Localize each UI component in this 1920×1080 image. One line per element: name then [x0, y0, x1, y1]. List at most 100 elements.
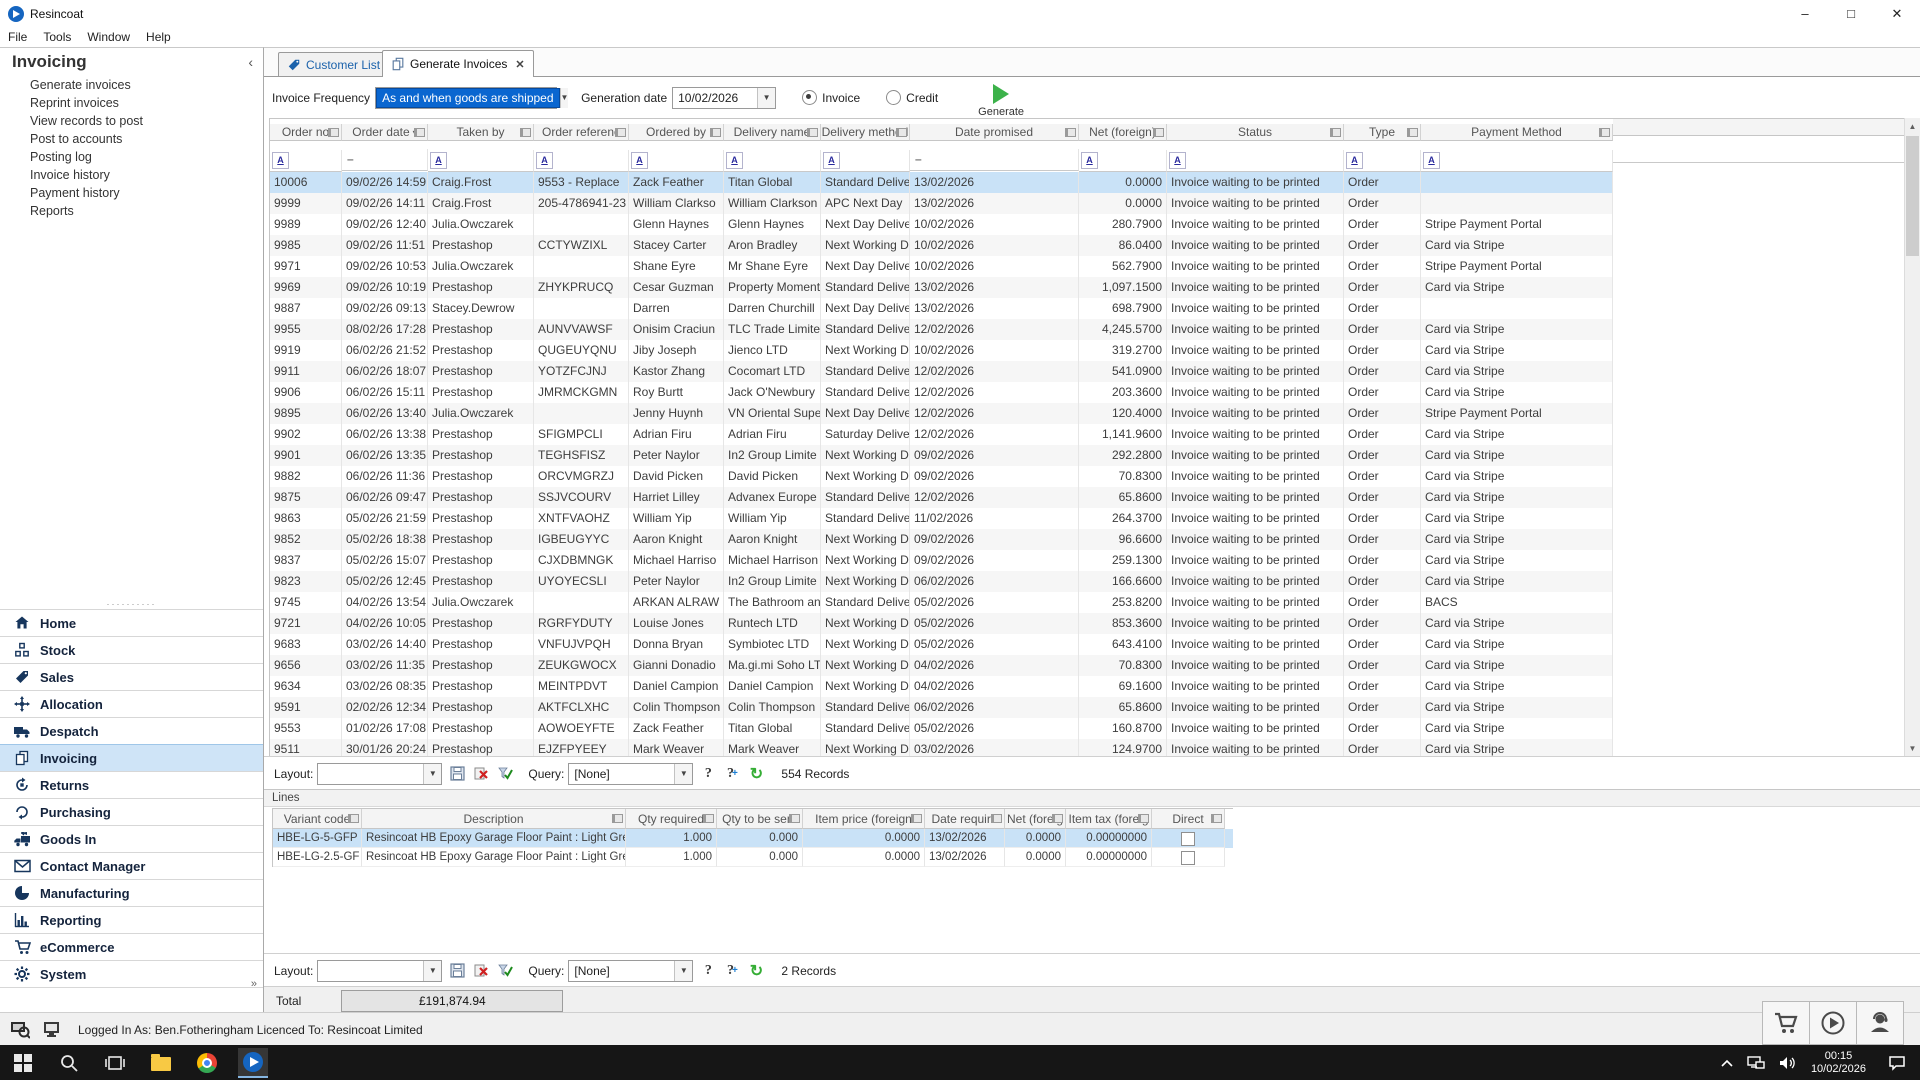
edit-query-icon[interactable]: ?	[699, 962, 717, 980]
text-filter-button[interactable]: A	[823, 152, 840, 169]
save-layout-icon[interactable]	[448, 962, 466, 980]
table-row[interactable]: 959102/02/26 12:34PrestashopAKTFCLXHCCol…	[270, 697, 1613, 718]
menu-help[interactable]: Help	[138, 27, 179, 47]
column-pin-icon[interactable]	[896, 128, 907, 137]
chevron-down-icon[interactable]: ▼	[674, 764, 692, 784]
module-despatch[interactable]: Despatch	[0, 717, 263, 744]
table-row[interactable]: 996909/02/26 10:19PrestashopZHYKPRUCQCes…	[270, 277, 1613, 298]
column-pin-icon[interactable]	[710, 128, 721, 137]
chevron-down-icon[interactable]: ▼	[560, 88, 569, 108]
column-header-date-promised[interactable]: Date promised	[910, 124, 1079, 141]
layout-select[interactable]: ▼	[317, 763, 442, 785]
module-ecommerce[interactable]: eCommerce	[0, 933, 263, 960]
task-view-icon[interactable]	[100, 1048, 130, 1078]
lines-column-header-date-require[interactable]: Date require	[925, 809, 1005, 829]
generate-button[interactable]: Generate	[978, 84, 1024, 118]
text-filter-button[interactable]: A	[272, 152, 289, 169]
vertical-scrollbar[interactable]: ▲ ▼	[1904, 118, 1920, 756]
column-header-order-no[interactable]: Order no	[270, 124, 342, 141]
column-pin-icon[interactable]	[612, 814, 623, 823]
column-header-payment-method[interactable]: Payment Method	[1421, 124, 1613, 141]
query-select[interactable]: [None] ▼	[568, 763, 693, 785]
table-row[interactable]: 965603/02/26 11:35PrestashopZEUKGWOCXGia…	[270, 655, 1613, 676]
chrome-icon[interactable]	[192, 1048, 222, 1078]
column-header-net-foreign-[interactable]: Net (foreign)	[1079, 124, 1167, 141]
text-filter-button[interactable]: A	[1346, 152, 1363, 169]
text-filter-button[interactable]: A	[430, 152, 447, 169]
table-row[interactable]: 990206/02/26 13:38PrestashopSFIGMPCLIAdr…	[270, 424, 1613, 445]
table-row[interactable]: 951130/01/26 20:24PrestashopEJZFPYEEYMar…	[270, 739, 1613, 758]
layout-select[interactable]: ▼	[317, 960, 442, 982]
tab-generate-invoices[interactable]: Generate Invoices ✕	[382, 50, 534, 77]
menu-window[interactable]: Window	[79, 27, 138, 47]
table-row[interactable]: 998509/02/26 11:51PrestashopCCTYWZIXLSta…	[270, 235, 1613, 256]
column-header-delivery-name[interactable]: Delivery name	[724, 124, 821, 141]
column-header-order-date[interactable]: Order date▾	[342, 124, 428, 141]
chevron-down-icon[interactable]: ▼	[423, 961, 441, 981]
file-explorer-icon[interactable]	[146, 1048, 176, 1078]
column-pin-icon[interactable]	[703, 814, 714, 823]
table-row[interactable]: 982305/02/26 12:45PrestashopUYOYECSLIPet…	[270, 571, 1613, 592]
lines-column-header-direct[interactable]: Direct	[1152, 809, 1225, 829]
filter-cell[interactable]: A	[1344, 150, 1421, 172]
filter-cell[interactable]: A	[428, 150, 534, 172]
column-pin-icon[interactable]	[1153, 128, 1164, 137]
table-row[interactable]: 1000609/02/26 14:59Craig.Frost9553 - Rep…	[270, 172, 1613, 193]
close-button[interactable]: ✕	[1874, 0, 1920, 27]
close-tab-icon[interactable]: ✕	[515, 58, 524, 71]
apply-layout-icon[interactable]	[496, 765, 514, 783]
sidebar-item-generate-invoices[interactable]: Generate invoices	[0, 76, 263, 94]
filter-cell[interactable]: A	[821, 150, 910, 172]
module-goods-in[interactable]: Goods In	[0, 825, 263, 852]
table-row[interactable]: 986305/02/26 21:59PrestashopXNTFVAOHZWil…	[270, 508, 1613, 529]
module-home[interactable]: Home	[0, 609, 263, 636]
column-pin-icon[interactable]	[348, 814, 359, 823]
maximize-button[interactable]: □	[1828, 0, 1874, 27]
query-select[interactable]: [None] ▼	[568, 960, 693, 982]
column-pin-icon[interactable]	[520, 128, 531, 137]
filter-cell[interactable]: A	[270, 150, 342, 172]
resincoat-app-icon[interactable]	[238, 1048, 268, 1078]
module-contact-manager[interactable]: Contact Manager	[0, 852, 263, 879]
invoice-radio[interactable]: Invoice	[802, 90, 860, 105]
volume-icon[interactable]	[1779, 1056, 1797, 1070]
column-pin-icon[interactable]	[991, 814, 1002, 823]
module-system[interactable]: System	[0, 960, 263, 988]
generation-date-select[interactable]: 10/02/2026 ▼	[672, 87, 776, 109]
edit-query-icon[interactable]: ?	[699, 765, 717, 783]
table-row[interactable]: 999909/02/26 14:11Craig.Frost205-4786941…	[270, 193, 1613, 214]
table-row[interactable]: 989506/02/26 13:40Julia.OwczarekJenny Hu…	[270, 403, 1613, 424]
radio-selected-icon[interactable]	[802, 90, 817, 105]
filter-cell[interactable]: A	[1167, 150, 1344, 172]
chevron-down-icon[interactable]: ▼	[757, 88, 775, 108]
table-row[interactable]: 985205/02/26 18:38PrestashopIGBEUGYYCAar…	[270, 529, 1613, 550]
text-filter-button[interactable]: A	[631, 152, 648, 169]
menu-file[interactable]: File	[0, 27, 35, 47]
table-row[interactable]: 972104/02/26 10:05PrestashopRGRFYDUTYLou…	[270, 613, 1613, 634]
table-row[interactable]: 974504/02/26 13:54Julia.OwczarekARKAN AL…	[270, 592, 1613, 613]
chevron-down-icon[interactable]: ▼	[423, 764, 441, 784]
filter-cell[interactable]: –	[342, 149, 428, 171]
sidebar-item-post-to-accounts[interactable]: Post to accounts	[0, 130, 263, 148]
add-query-icon[interactable]: ?+	[723, 765, 741, 783]
table-row[interactable]: 955301/02/26 17:08PrestashopAOWOEYFTEZac…	[270, 718, 1613, 739]
column-pin-icon[interactable]	[414, 128, 425, 137]
column-pin-icon[interactable]	[789, 814, 800, 823]
direct-checkbox[interactable]	[1181, 832, 1195, 846]
notification-center-icon[interactable]	[1888, 1055, 1906, 1071]
module-manufacturing[interactable]: Manufacturing	[0, 879, 263, 906]
column-header-order-referenc[interactable]: Order referenc	[534, 124, 629, 141]
workstation-icon[interactable]	[40, 1019, 64, 1041]
lines-column-header-qty-required[interactable]: Qty required	[626, 809, 717, 829]
column-pin-icon[interactable]	[1065, 128, 1076, 137]
column-pin-icon[interactable]	[1052, 814, 1063, 823]
taskbar-clock[interactable]: 00:15 10/02/2026	[1811, 1050, 1866, 1076]
table-row[interactable]: 998909/02/26 12:40Julia.OwczarekGlenn Ha…	[270, 214, 1613, 235]
scroll-up-icon[interactable]: ▲	[1905, 118, 1920, 134]
date-filter-icon[interactable]: –	[347, 152, 354, 166]
column-header-delivery-method[interactable]: Delivery method	[821, 124, 910, 141]
menu-tools[interactable]: Tools	[35, 27, 79, 47]
delete-layout-icon[interactable]	[472, 962, 490, 980]
column-pin-icon[interactable]	[1407, 128, 1418, 137]
text-filter-button[interactable]: A	[1081, 152, 1098, 169]
